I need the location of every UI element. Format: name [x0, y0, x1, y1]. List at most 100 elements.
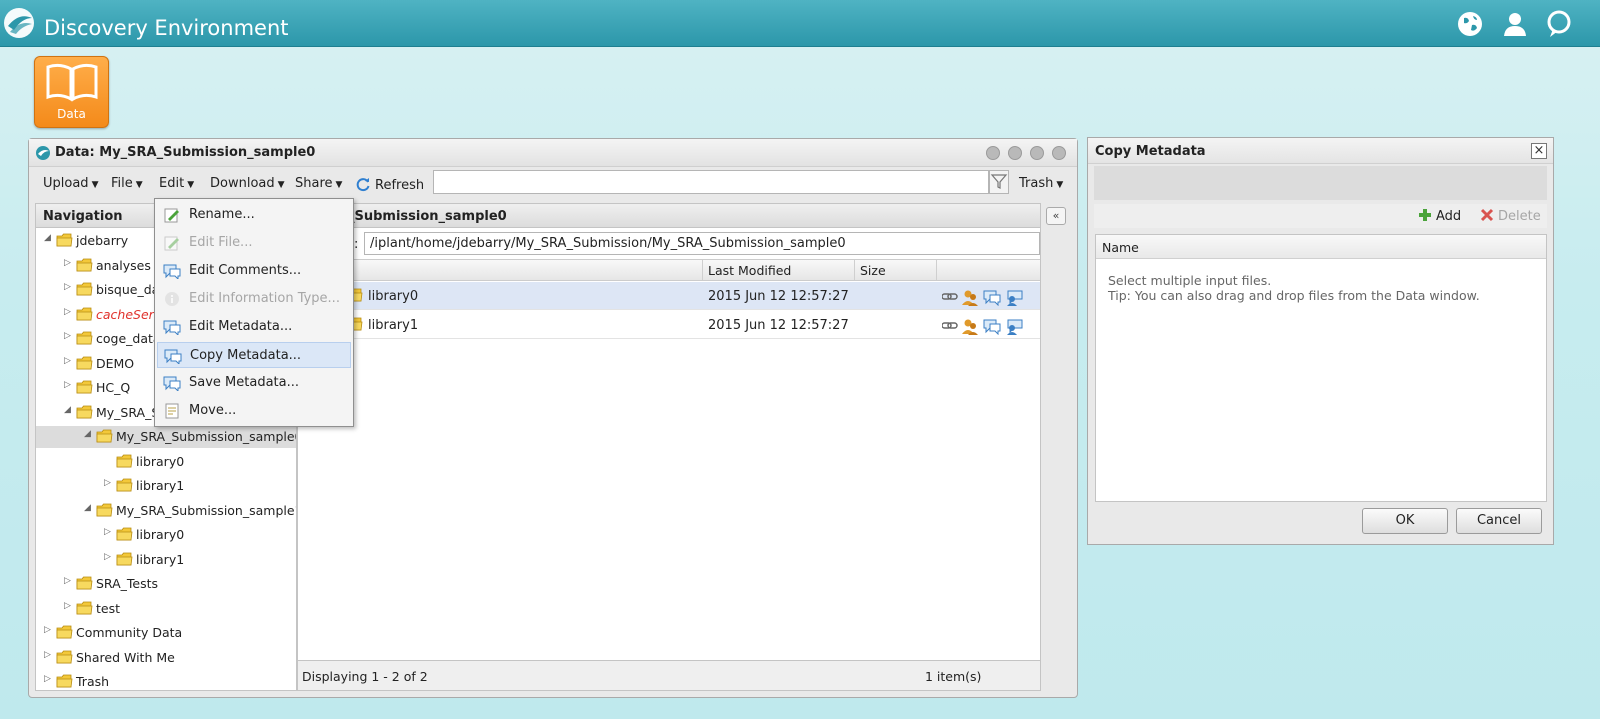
tree-item[interactable]: ▷ Trash — [36, 671, 296, 690]
window-maximize-icon[interactable] — [1030, 146, 1044, 160]
menu-item-label: Rename... — [189, 207, 255, 222]
tree-item[interactable]: ◢ My_SRA_Submission_sample0 — [36, 426, 296, 448]
folder-icon — [76, 601, 93, 615]
folder-icon — [76, 331, 93, 345]
tree-item[interactable]: ▷ library1 — [36, 549, 296, 571]
menu-item[interactable]: Edit File... — [157, 230, 351, 256]
column-separator — [702, 260, 703, 280]
copy-metadata-dialog: Copy Metadata × Add Delete Name Select m… — [1087, 137, 1554, 545]
tree-item[interactable]: ▷ test — [36, 598, 296, 620]
table-row[interactable]: library0 2015 Jun 12 12:57:27 — [298, 282, 1040, 310]
tree-collapsed-icon[interactable]: ▷ — [104, 527, 111, 537]
share-users-icon — [962, 290, 978, 306]
menu-item[interactable]: Save Metadata... — [157, 370, 351, 396]
globe-icon[interactable] — [1455, 9, 1485, 39]
filter-icon — [990, 174, 1008, 189]
file-menu-button[interactable]: File ▼ — [111, 176, 143, 191]
share-users-icon — [962, 319, 978, 335]
tree-collapsed-icon[interactable]: ▷ — [104, 552, 111, 562]
tree-expanded-icon[interactable]: ◢ — [44, 233, 51, 243]
tree-collapsed-icon[interactable]: ▷ — [64, 380, 71, 390]
tree-item[interactable]: library0 — [36, 451, 296, 473]
cancel-button[interactable]: Cancel — [1456, 508, 1542, 534]
tree-collapsed-icon[interactable]: ▷ — [64, 307, 71, 317]
metadata-icon — [163, 319, 181, 337]
filter-button[interactable] — [989, 170, 1009, 194]
tree-item-label: Community Data — [76, 625, 183, 640]
tree-collapsed-icon[interactable]: ▷ — [64, 576, 71, 586]
data-app-launcher[interactable]: Data — [34, 56, 109, 128]
window-minimize-icon[interactable] — [1008, 146, 1022, 160]
tree-collapsed-icon[interactable]: ▷ — [64, 258, 71, 268]
close-icon[interactable]: × — [1531, 143, 1547, 159]
download-menu-button[interactable]: Download ▼ — [210, 176, 285, 191]
tree-item[interactable]: ▷ Community Data — [36, 622, 296, 644]
cell-modified: 2015 Jun 12 12:57:27 — [708, 289, 849, 304]
file-grid-panel: _Submission_sample0 : /iplant/home/jdeba… — [297, 203, 1041, 691]
tree-collapsed-icon[interactable]: ▷ — [64, 601, 71, 611]
tree-collapsed-icon[interactable]: ▷ — [44, 625, 51, 635]
app-title: Discovery Environment — [44, 16, 289, 40]
tree-collapsed-icon[interactable]: ▷ — [104, 478, 111, 488]
menu-item[interactable]: Rename... — [157, 202, 351, 228]
search-input[interactable] — [433, 170, 989, 194]
tree-item[interactable]: ▷ library1 — [36, 475, 296, 497]
tree-item-label: library0 — [136, 527, 185, 542]
tree-item-label: SRA_Tests — [96, 576, 159, 591]
tree-item-label: coge_data — [96, 331, 161, 346]
plus-icon — [1419, 209, 1431, 221]
trash-menu-button[interactable]: Trash ▼ — [1019, 176, 1063, 191]
folder-icon — [116, 454, 133, 468]
edit-menu-button[interactable]: Edit ▼ — [159, 176, 194, 191]
download-label: Download — [210, 176, 275, 191]
tree-item[interactable]: ▷ Shared With Me — [36, 647, 296, 669]
tree-collapsed-icon[interactable]: ▷ — [64, 282, 71, 292]
user-icon[interactable] — [1500, 9, 1530, 39]
share-menu-button[interactable]: Share ▼ — [295, 176, 342, 191]
tree-expanded-icon[interactable]: ◢ — [64, 405, 71, 415]
tree-item[interactable]: ▷ SRA_Tests — [36, 573, 296, 595]
tree-item[interactable]: ◢ My_SRA_Submission_sample1 — [36, 500, 296, 522]
menu-item[interactable]: Copy Metadata... — [157, 342, 351, 368]
window-layout-icon[interactable] — [986, 146, 1000, 160]
column-separator — [936, 260, 937, 280]
menu-item-label: Edit Information Type... — [189, 291, 340, 306]
refresh-button[interactable]: Refresh — [355, 176, 424, 193]
column-size[interactable]: Size — [860, 263, 886, 278]
menu-item[interactable]: Move... — [157, 398, 351, 424]
tree-collapsed-icon[interactable]: ▷ — [44, 650, 51, 660]
list-header-name: Name — [1096, 235, 1546, 259]
path-input[interactable]: /iplant/home/jdebarry/My_SRA_Submission/… — [364, 232, 1040, 255]
upload-menu-button[interactable]: Upload ▼ — [43, 176, 98, 191]
window-close-icon[interactable] — [1052, 146, 1066, 160]
menu-item[interactable]: Edit Comments... — [157, 258, 351, 284]
table-row[interactable]: library1 2015 Jun 12 12:57:27 — [298, 311, 1040, 339]
tree-item[interactable]: ▷ library0 — [36, 524, 296, 546]
grid-header: e Last Modified Size — [298, 259, 1040, 281]
ok-button[interactable]: OK — [1362, 508, 1448, 534]
folder-icon — [56, 674, 73, 688]
tree-expanded-icon[interactable]: ◢ — [84, 503, 91, 513]
row-actions[interactable] — [942, 288, 1026, 306]
chevron-down-icon: ▼ — [135, 180, 143, 190]
chat-icon[interactable] — [1544, 9, 1574, 39]
row-actions[interactable] — [942, 317, 1026, 335]
comments-icon — [983, 290, 1001, 306]
add-button[interactable]: Add — [1418, 208, 1461, 224]
menu-item[interactable]: Edit Information Type... — [157, 286, 351, 312]
chevron-down-icon: ▼ — [91, 180, 99, 190]
top-bar: Discovery Environment — [0, 0, 1600, 47]
tree-collapsed-icon[interactable]: ▷ — [64, 356, 71, 366]
tree-collapsed-icon[interactable]: ▷ — [64, 331, 71, 341]
tree-collapsed-icon[interactable]: ▷ — [44, 674, 51, 684]
data-window-titlebar[interactable]: Data: My_SRA_Submission_sample0 — [29, 139, 1077, 167]
link-icon — [942, 322, 958, 329]
tree-expanded-icon[interactable]: ◢ — [84, 429, 91, 439]
delete-button[interactable]: Delete — [1480, 208, 1541, 224]
dialog-title[interactable]: Copy Metadata — [1088, 138, 1553, 164]
selected-files-list[interactable]: Name Select multiple input files. Tip: Y… — [1095, 234, 1547, 502]
collapse-details-button[interactable]: « — [1046, 207, 1066, 225]
column-last-modified[interactable]: Last Modified — [708, 263, 791, 278]
edit-file-icon — [163, 235, 181, 251]
menu-item[interactable]: Edit Metadata... — [157, 314, 351, 340]
